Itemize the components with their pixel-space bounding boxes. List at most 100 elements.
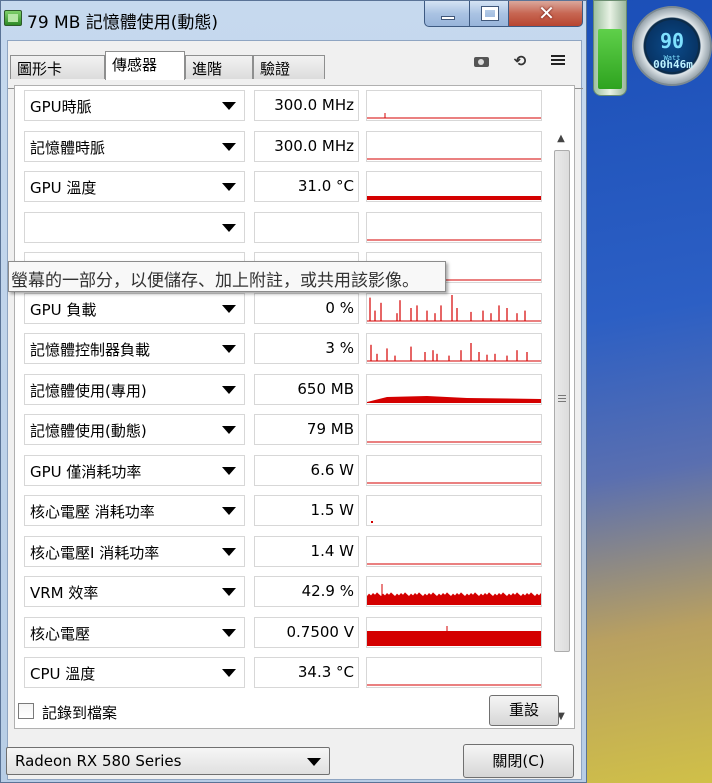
sensor-graph-plot xyxy=(367,158,541,159)
chevron-down-icon xyxy=(222,142,236,151)
window-title: 79 MB 記憶體使用(動態) xyxy=(27,13,219,33)
gadget-time: 00h46m xyxy=(653,58,693,71)
close-window-button[interactable]: ✕ xyxy=(508,1,583,27)
tab-validation[interactable]: 驗證 xyxy=(253,55,325,79)
sensor-name: 記憶體使用(專用) xyxy=(30,381,147,400)
tab-graphics-card[interactable]: 圖形卡 xyxy=(10,55,105,79)
battery-level xyxy=(598,29,622,89)
sensor-panel: GPU時脈 300.0 MHz 記憶體時脈 300.0 MHz GPU 溫度 31.0 °… xyxy=(14,85,575,729)
tab-sensors[interactable]: 傳感器 xyxy=(105,51,185,80)
scroll-thumb[interactable] xyxy=(554,150,570,652)
sensor-value-box: 1.5 W xyxy=(254,495,359,526)
sensor-graph-plot xyxy=(367,113,541,119)
sensor-graph xyxy=(366,576,542,607)
gpu-select-dropdown[interactable]: Radeon RX 580 Series xyxy=(6,747,330,775)
log-label: 記錄到檔案 xyxy=(42,704,118,722)
close-icon: ✕ xyxy=(538,1,555,25)
sensor-value: 300.0 MHz xyxy=(274,136,354,155)
sensor-value: 0.7500 V xyxy=(286,622,354,641)
chevron-down-icon xyxy=(222,183,236,191)
sensor-value-box: 79 MB xyxy=(254,414,359,445)
reset-button[interactable]: 重設 xyxy=(489,695,559,726)
sensor-row: GPU 負載 0 % xyxy=(24,292,542,324)
sensor-graph-plot xyxy=(371,521,373,523)
sensor-value-box: 31.0 °C xyxy=(254,171,359,202)
chevron-down-icon xyxy=(222,588,236,596)
sensor-name: VRM 效率 xyxy=(30,584,99,602)
sensor-row: 記憶體控制器負載 3 % xyxy=(24,333,542,364)
sensor-row: 核心電壓 0.7500 V xyxy=(24,616,542,648)
close-button[interactable]: 關閉(C) xyxy=(463,744,574,778)
sensor-name: GPU 負載 xyxy=(30,300,97,319)
sensor-name-dropdown[interactable]: 記憶體使用(專用) xyxy=(24,373,245,405)
sensor-name-dropdown[interactable]: GPU 溫度 xyxy=(24,171,245,202)
sensor-row: 核心電壓I 消耗功率 1.4 W xyxy=(24,535,542,567)
sensor-name-dropdown[interactable]: GPU 負載 xyxy=(24,292,245,324)
sensor-graph xyxy=(366,495,542,526)
sensor-row: 記憶體使用(動態) 79 MB xyxy=(24,414,542,445)
title-bar[interactable]: 79 MB 記憶體使用(動態) ✕ xyxy=(1,1,588,39)
sensor-name-dropdown[interactable]: 核心電壓 消耗功率 xyxy=(24,495,245,526)
scroll-up-arrow-icon[interactable]: ▲ xyxy=(550,130,572,148)
sensor-name-dropdown[interactable]: GPU時脈 xyxy=(24,90,245,121)
power-meter-gadget: 90 Watt 00h46m xyxy=(628,2,712,94)
sensor-name: GPU 僅消耗功率 xyxy=(30,462,142,481)
sensor-name-dropdown[interactable]: 核心電壓I 消耗功率 xyxy=(24,535,245,567)
chevron-down-icon xyxy=(222,345,236,353)
menu-icon[interactable] xyxy=(549,53,567,69)
sensor-value-box: 0 % xyxy=(254,292,359,324)
sensor-name-dropdown[interactable] xyxy=(24,211,245,243)
refresh-icon[interactable]: ⟲ xyxy=(511,53,529,69)
sensor-row: 記憶體時脈 300.0 MHz xyxy=(24,130,542,162)
app-icon[interactable] xyxy=(4,10,22,26)
maximize-icon xyxy=(481,6,499,21)
sensor-graph xyxy=(366,292,542,324)
sensor-graph xyxy=(366,535,542,567)
sensor-row: GPU時脈 300.0 MHz xyxy=(24,90,542,121)
sensor-name-dropdown[interactable]: 核心電壓 xyxy=(24,616,245,648)
tab-advanced[interactable]: 進階 xyxy=(185,55,253,79)
sensor-graph xyxy=(366,333,542,364)
snipping-tooltip: 螢幕的一部分，以便儲存、加上附註，或共用該影像。 xyxy=(8,261,446,292)
sensor-graph-plot xyxy=(367,441,541,443)
sensor-value-box: 34.3 °C xyxy=(254,657,359,688)
sensor-graph xyxy=(366,90,542,121)
chevron-down-icon xyxy=(222,466,236,475)
sensor-value-box: 6.6 W xyxy=(254,454,359,486)
maximize-button[interactable] xyxy=(469,1,509,27)
sensor-value-box: 0.7500 V xyxy=(254,616,359,648)
sensor-graph-plot xyxy=(367,343,541,362)
sensor-row: CPU 溫度 34.3 °C xyxy=(24,657,542,688)
chevron-down-icon xyxy=(222,102,236,110)
sensor-value: 1.4 W xyxy=(310,541,354,560)
sensor-name: CPU 溫度 xyxy=(30,665,96,683)
vertical-scrollbar[interactable]: ▲ ▼ xyxy=(550,126,572,726)
chevron-down-icon xyxy=(222,223,236,232)
sensor-name-dropdown[interactable]: 記憶體使用(動態) xyxy=(24,414,245,445)
sensor-value-box xyxy=(254,211,359,243)
sensor-graph-plot xyxy=(367,294,541,321)
gpuz-window: 79 MB 記憶體使用(動態) ✕ 圖形卡 傳感器 進階 驗證 ⟲ GPU時脈 3… xyxy=(0,0,587,783)
sensor-value: 0 % xyxy=(325,298,354,317)
sensor-name-dropdown[interactable]: CPU 溫度 xyxy=(24,657,245,688)
log-checkbox[interactable] xyxy=(18,703,34,719)
sensor-name-dropdown[interactable]: GPU 僅消耗功率 xyxy=(24,454,245,486)
chevron-down-icon xyxy=(222,304,236,313)
sensor-name: 記憶體使用(動態) xyxy=(30,422,147,440)
sensor-name-dropdown[interactable]: 記憶體時脈 xyxy=(24,130,245,162)
sensor-graph-plot xyxy=(367,196,541,200)
sensor-value: 3 % xyxy=(325,339,354,357)
chevron-down-icon xyxy=(222,385,236,394)
camera-icon[interactable] xyxy=(473,53,491,69)
sensor-value-box: 3 % xyxy=(254,333,359,364)
sensor-value-box: 650 MB xyxy=(254,373,359,405)
sensor-graph-plot xyxy=(367,584,541,605)
sensor-name-dropdown[interactable]: VRM 效率 xyxy=(24,576,245,607)
minimize-button[interactable] xyxy=(424,1,470,27)
sensor-name: 核心電壓I 消耗功率 xyxy=(30,543,160,562)
sensor-graph-plot xyxy=(367,684,541,686)
sensor-graph-plot xyxy=(367,239,541,240)
sensor-graph xyxy=(366,130,542,162)
sensor-name-dropdown[interactable]: 記憶體控制器負載 xyxy=(24,333,245,364)
sensor-row: 記憶體使用(專用) 650 MB xyxy=(24,373,542,405)
